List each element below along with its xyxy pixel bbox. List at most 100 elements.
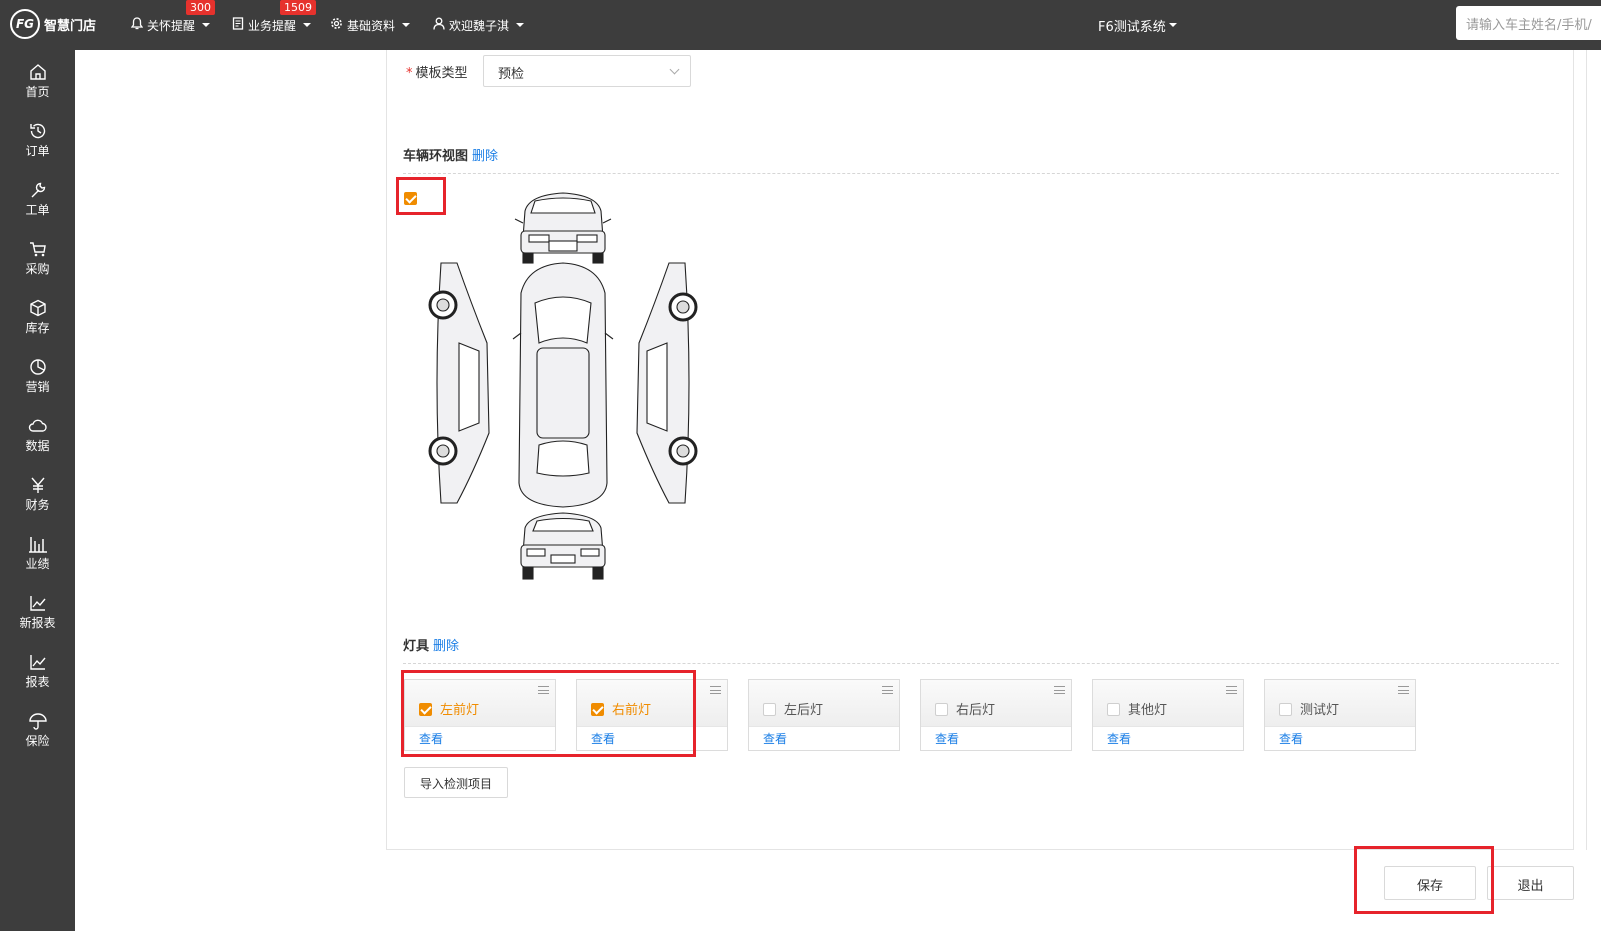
sidebar-item-inventory[interactable]: 库存 bbox=[0, 286, 75, 345]
chevron-down-icon bbox=[202, 23, 211, 27]
vehicle-title-text: 车辆环视图 bbox=[403, 149, 469, 164]
sidebar-item-insurance[interactable]: 保险 bbox=[0, 699, 75, 758]
nav-business-label: 业务提醒 bbox=[248, 18, 297, 33]
chevron-down-icon bbox=[669, 64, 680, 75]
document-icon bbox=[232, 17, 244, 33]
import-items-button[interactable]: 导入检测项目 bbox=[404, 767, 508, 798]
sidebar-label: 库存 bbox=[25, 321, 50, 335]
nav-care-label: 关怀提醒 bbox=[147, 18, 196, 33]
divider bbox=[403, 663, 1559, 664]
lamp-title-text: 灯具 bbox=[403, 639, 430, 654]
lamp-card-test[interactable]: 测试灯 查看 bbox=[1264, 679, 1416, 751]
nav-user-label: 欢迎魏子淇 bbox=[449, 18, 510, 33]
sidebar-label: 财务 bbox=[25, 498, 50, 512]
sidebar-label: 数据 bbox=[25, 439, 50, 453]
sidebar-label: 营销 bbox=[25, 380, 50, 394]
drag-handle-icon[interactable] bbox=[710, 686, 721, 694]
sidebar-label: 首页 bbox=[25, 85, 50, 99]
box-icon bbox=[0, 298, 75, 320]
lamp-view-link[interactable]: 查看 bbox=[1265, 727, 1415, 747]
wrench-icon bbox=[0, 180, 75, 202]
search-input[interactable]: 请输入车主姓名/手机/ bbox=[1456, 6, 1601, 40]
required-mark: * bbox=[406, 66, 413, 81]
yen-icon bbox=[0, 475, 75, 497]
lamp-view-link[interactable]: 查看 bbox=[1093, 727, 1243, 747]
sidebar-item-reports[interactable]: 报表 bbox=[0, 640, 75, 699]
sidebar-item-data[interactable]: 数据 bbox=[0, 404, 75, 463]
lamp-checkbox[interactable] bbox=[763, 703, 776, 716]
umbrella-icon bbox=[0, 711, 75, 733]
line-chart-icon bbox=[0, 652, 75, 674]
nav-basic-label: 基础资料 bbox=[347, 18, 396, 33]
vehicle-section-title: 车辆环视图 删除 bbox=[403, 145, 498, 164]
sidebar-label: 新报表 bbox=[19, 616, 56, 630]
top-bar: FG 智慧门店 关怀提醒 300 业务提醒 1509 基础资料 欢迎魏子淇 F6… bbox=[0, 0, 1601, 50]
template-type-value: 预检 bbox=[498, 67, 525, 82]
sidebar-item-purchase[interactable]: 采购 bbox=[0, 227, 75, 286]
sidebar-item-workorders[interactable]: 工单 bbox=[0, 168, 75, 227]
sidebar: 首页 订单 工单 采购 库存 营销 数据 财务 业绩 新报表 报表 保险 bbox=[0, 50, 75, 931]
vehicle-delete-link[interactable]: 删除 bbox=[472, 149, 498, 164]
nav-user[interactable]: 欢迎魏子淇 bbox=[433, 0, 525, 50]
sidebar-item-orders[interactable]: 订单 bbox=[0, 109, 75, 168]
lamp-checkbox[interactable] bbox=[1107, 703, 1120, 716]
sidebar-label: 业绩 bbox=[25, 557, 50, 571]
line-chart-icon bbox=[0, 593, 75, 615]
drag-handle-icon[interactable] bbox=[1226, 686, 1237, 694]
lamp-checkbox[interactable] bbox=[935, 703, 948, 716]
sidebar-label: 订单 bbox=[25, 144, 50, 158]
bell-icon bbox=[130, 17, 144, 33]
gear-icon bbox=[330, 17, 343, 33]
car-top-view bbox=[512, 262, 614, 508]
lamp-card-head: 测试灯 bbox=[1265, 680, 1415, 727]
lamp-card-head: 左后灯 bbox=[749, 680, 899, 727]
sidebar-item-home[interactable]: 首页 bbox=[0, 50, 75, 109]
user-icon bbox=[433, 17, 445, 33]
drag-handle-icon[interactable] bbox=[1398, 686, 1409, 694]
system-switcher[interactable]: F6测试系统 bbox=[1098, 0, 1177, 50]
divider bbox=[403, 173, 1559, 174]
chevron-down-icon bbox=[402, 23, 411, 27]
system-name: F6测试系统 bbox=[1098, 19, 1166, 35]
pie-icon bbox=[0, 357, 75, 379]
lamp-card-head: 右后灯 bbox=[921, 680, 1071, 727]
exit-button[interactable]: 退出 bbox=[1487, 866, 1574, 900]
sidebar-item-performance[interactable]: 业绩 bbox=[0, 522, 75, 581]
template-type-label: * 模板类型 bbox=[406, 62, 468, 81]
sidebar-item-finance[interactable]: 财务 bbox=[0, 463, 75, 522]
logo[interactable]: FG 智慧门店 bbox=[10, 9, 96, 39]
car-front-view bbox=[514, 192, 612, 264]
cloud-icon bbox=[0, 416, 75, 438]
lamp-checkbox[interactable] bbox=[1279, 703, 1292, 716]
sidebar-label: 采购 bbox=[25, 262, 50, 276]
car-rear-view bbox=[520, 512, 606, 580]
nav-basic-data[interactable]: 基础资料 bbox=[330, 0, 411, 50]
lamp-card-other[interactable]: 其他灯 查看 bbox=[1092, 679, 1244, 751]
highlight-box bbox=[401, 670, 696, 757]
lamp-delete-link[interactable]: 删除 bbox=[433, 639, 459, 654]
template-type-select[interactable]: 预检 bbox=[483, 55, 691, 87]
lamp-section-title: 灯具 删除 bbox=[403, 635, 459, 654]
vehicle-view-checkbox[interactable] bbox=[404, 192, 417, 205]
sidebar-label: 工单 bbox=[25, 203, 50, 217]
care-badge: 300 bbox=[186, 0, 215, 15]
lamp-card-right-rear[interactable]: 右后灯 查看 bbox=[920, 679, 1072, 751]
lamp-view-link[interactable]: 查看 bbox=[921, 727, 1071, 747]
sidebar-label: 保险 bbox=[25, 734, 50, 748]
sidebar-item-marketing[interactable]: 营销 bbox=[0, 345, 75, 404]
sidebar-item-new-reports[interactable]: 新报表 bbox=[0, 581, 75, 640]
scroll-edge bbox=[1586, 50, 1587, 850]
lamp-label: 左后灯 bbox=[784, 703, 824, 718]
home-icon bbox=[0, 62, 75, 84]
business-badge: 1509 bbox=[280, 0, 316, 15]
lamp-label: 其他灯 bbox=[1128, 703, 1168, 718]
logo-mark: FG bbox=[10, 9, 40, 39]
drag-handle-icon[interactable] bbox=[1054, 686, 1065, 694]
lamp-card-left-rear[interactable]: 左后灯 查看 bbox=[748, 679, 900, 751]
lamp-view-link[interactable]: 查看 bbox=[749, 727, 899, 747]
chevron-down-icon bbox=[516, 23, 525, 27]
chevron-down-icon bbox=[1168, 23, 1177, 27]
car-right-view bbox=[636, 262, 698, 504]
sidebar-label: 报表 bbox=[25, 675, 50, 689]
drag-handle-icon[interactable] bbox=[882, 686, 893, 694]
